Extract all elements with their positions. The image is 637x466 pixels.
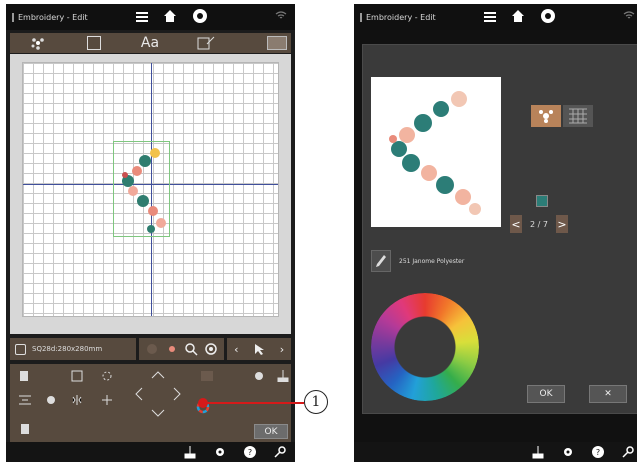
bottom-bar: ? (6, 442, 295, 462)
flower-icon (539, 110, 553, 123)
tab-pattern[interactable] (66, 33, 122, 53)
group-icon[interactable] (70, 370, 84, 382)
callout-line (206, 402, 304, 404)
wifi-icon (623, 11, 635, 19)
stitch-icon[interactable] (145, 342, 159, 356)
stitch-view-toggle[interactable] (531, 105, 561, 127)
move-arrows-icon[interactable] (130, 366, 186, 422)
gear-icon[interactable] (561, 445, 575, 459)
view-tools (138, 338, 225, 360)
bottom-bar: ? (354, 442, 637, 462)
delete-icon[interactable] (18, 422, 32, 434)
home-icon[interactable] (510, 8, 526, 24)
status-bar: Embroidery - Edit (6, 4, 295, 30)
status-bar: Embroidery - Edit (354, 4, 637, 30)
flower-icon (31, 38, 44, 50)
key-icon[interactable] (273, 445, 287, 459)
next-color-button[interactable]: > (555, 215, 568, 233)
pattern-box-icon (87, 36, 101, 50)
left-screen: Embroidery - Edit Aa SQ28d:280x280mm ‹ ›… (6, 4, 295, 462)
help-icon[interactable]: ? (591, 445, 605, 459)
grid-view-toggle[interactable] (563, 105, 593, 127)
chevron-down-icon[interactable] (267, 36, 287, 50)
janome-logo-icon[interactable] (540, 8, 556, 24)
sewing-machine-icon[interactable] (183, 445, 197, 459)
sewing-machine-icon[interactable] (531, 445, 545, 459)
page-indicator: 2 / 7 (530, 219, 548, 229)
right-screen: Embroidery - Edit < 2 / 7 > 251 Janome P… (354, 4, 637, 462)
flip-horizontal-icon[interactable] (44, 394, 58, 406)
grid-icon (569, 108, 587, 124)
hamburger-icon[interactable] (136, 12, 148, 22)
tab-text[interactable]: Aa (122, 33, 178, 53)
home-icon[interactable] (162, 8, 178, 24)
color-pager: < 2 / 7 > (510, 215, 568, 233)
color-dialog: < 2 / 7 > 251 Janome Polyester OK ✕ (362, 44, 637, 414)
hoop-checkbox[interactable] (15, 343, 26, 355)
chevron-right-icon[interactable]: › (280, 343, 284, 356)
hoop-area (10, 54, 291, 334)
zoom-design-icon[interactable] (204, 342, 218, 356)
pencil-icon[interactable] (371, 250, 391, 272)
info-row: SQ28d:280x280mm ‹ › (10, 338, 291, 360)
stitch-design-icon[interactable] (252, 370, 266, 382)
thread-name: 251 Janome Polyester (399, 257, 465, 265)
edit-design-icon (197, 36, 215, 50)
sewing-icon[interactable] (276, 370, 290, 382)
hoop-selector[interactable]: SQ28d:280x280mm (10, 338, 136, 360)
window-title: Embroidery - Edit (360, 12, 436, 22)
mirror-icon[interactable] (70, 394, 84, 406)
select-arrow-icon[interactable] (252, 342, 266, 356)
design-tabbar: Aa (10, 33, 291, 53)
gear-icon[interactable] (213, 445, 227, 459)
thread-color-swatch (536, 195, 548, 207)
svg-text:?: ? (596, 448, 600, 457)
rotate-icon[interactable] (100, 370, 114, 382)
align-icon[interactable] (18, 394, 32, 406)
tab-embroidery-designs[interactable] (10, 33, 66, 53)
copy-icon[interactable] (18, 370, 32, 382)
hamburger-icon[interactable] (484, 12, 496, 22)
chevron-left-icon[interactable]: ‹ (234, 343, 238, 356)
wifi-icon (275, 11, 287, 19)
callout-number: 1 (304, 390, 328, 414)
floral-design-preview (389, 91, 481, 215)
layer-icon[interactable] (200, 370, 214, 382)
dialog-ok-button[interactable]: OK (527, 385, 565, 403)
flower-color-icon[interactable] (165, 342, 179, 356)
select-tools: ‹ › (227, 338, 291, 360)
design-preview (371, 77, 501, 227)
key-icon[interactable] (621, 445, 635, 459)
zoom-icon[interactable] (184, 342, 198, 356)
embroidery-grid[interactable] (22, 62, 279, 317)
help-icon[interactable]: ? (243, 445, 257, 459)
thread-row: 251 Janome Polyester (371, 250, 464, 272)
hoop-size-label: SQ28d:280x280mm (32, 345, 103, 353)
svg-text:?: ? (248, 448, 252, 457)
color-wheel[interactable] (371, 293, 479, 401)
previous-color-button[interactable]: < (510, 215, 522, 233)
tab-edit[interactable] (178, 33, 234, 53)
window-title: Embroidery - Edit (12, 12, 88, 22)
dialog-cancel-button[interactable]: ✕ (589, 385, 627, 403)
arrange-icon[interactable] (100, 394, 114, 406)
ok-button[interactable]: OK (254, 424, 288, 439)
janome-logo-icon[interactable] (192, 8, 208, 24)
floral-design[interactable] (113, 143, 173, 238)
